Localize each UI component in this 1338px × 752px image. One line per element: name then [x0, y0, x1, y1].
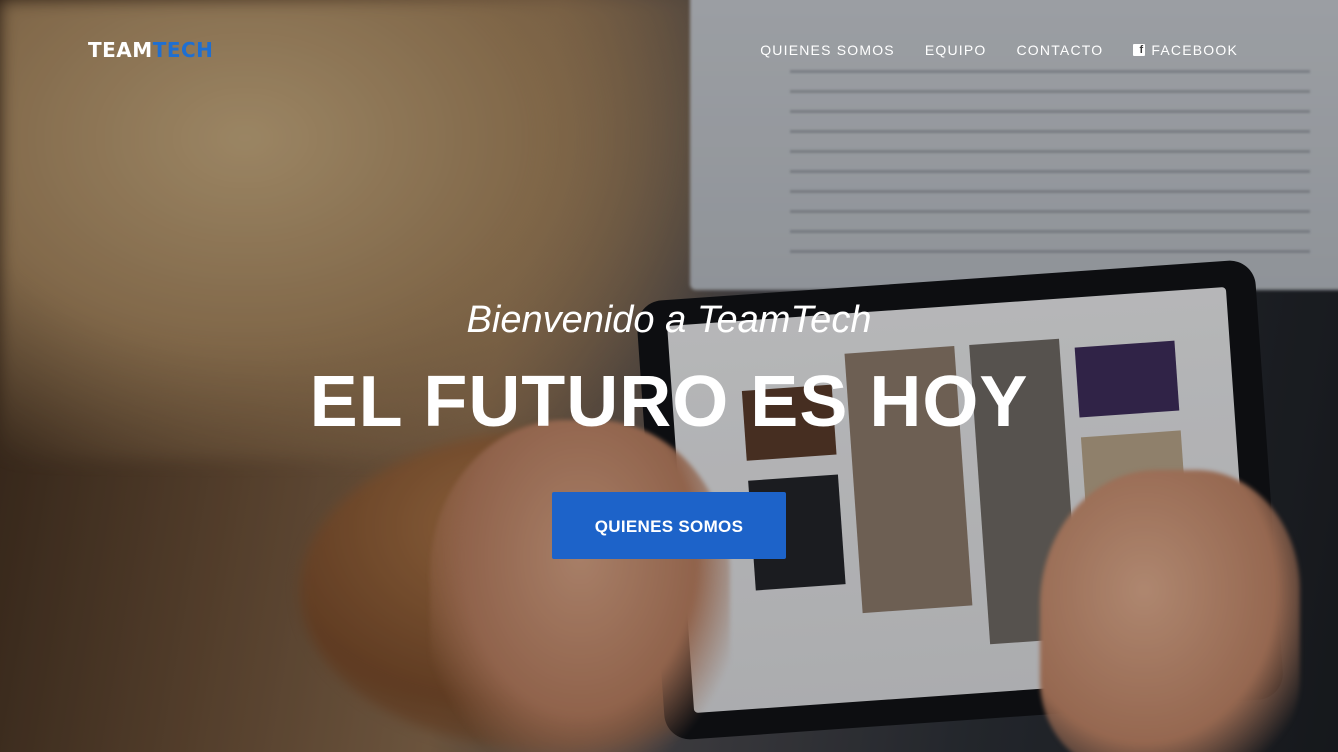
nav-link-facebook[interactable]: f FACEBOOK [1133, 42, 1238, 58]
hero-content: Bienvenido a TeamTech EL FUTURO ES HOY Q… [0, 296, 1338, 559]
brand-accent-text: TECH [152, 38, 214, 62]
nav-link-equipo[interactable]: EQUIPO [925, 42, 987, 58]
hero-subtitle: Bienvenido a TeamTech [466, 299, 872, 341]
brand-main-text: TEAM [88, 38, 153, 62]
nav-link-label: FACEBOOK [1151, 42, 1238, 58]
nav-link-label: CONTACTO [1016, 42, 1104, 58]
nav-link-label: QUIENES SOMOS [760, 42, 895, 58]
brand-logo[interactable]: TEAMTECH [88, 38, 213, 62]
hero-title: EL FUTURO ES HOY [309, 362, 1029, 442]
nav-link-quienes-somos[interactable]: QUIENES SOMOS [760, 42, 895, 58]
nav-links: QUIENES SOMOS EQUIPO CONTACTO f FACEBOOK [760, 42, 1238, 58]
nav-link-contacto[interactable]: CONTACTO [1017, 42, 1104, 58]
navbar: TEAMTECH QUIENES SOMOS EQUIPO CONTACTO f… [0, 0, 1338, 100]
hero-section: TEAMTECH QUIENES SOMOS EQUIPO CONTACTO f… [0, 0, 1338, 752]
nav-link-label: EQUIPO [924, 42, 987, 58]
facebook-icon: f [1133, 44, 1146, 56]
quienes-somos-button[interactable]: QUIENES SOMOS [552, 492, 786, 559]
